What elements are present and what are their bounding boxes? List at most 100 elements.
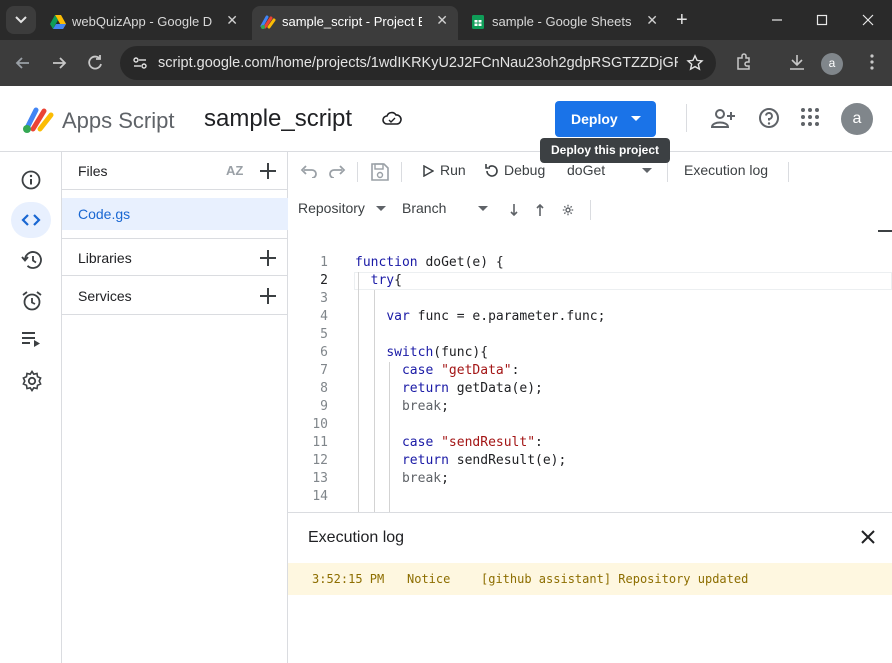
services-section-header: Services [62,277,288,315]
line-number: 4 [320,309,328,324]
add-service-plus-icon[interactable] [258,286,278,306]
extensions-icon[interactable] [734,52,754,72]
forward-icon[interactable] [48,52,70,74]
code-text: function doGet(e) { [355,255,504,270]
minimize-button[interactable] [754,0,800,40]
code-line[interactable]: 8 return getData(e); [288,380,892,398]
code-line[interactable]: 9 break; [288,398,892,416]
repository-dropdown[interactable]: Repository [298,200,390,220]
files-section-header: Files AZ [62,152,288,190]
brand-name: Apps Script [62,108,175,133]
close-tab-icon[interactable]: ✕ [226,12,238,29]
close-tab-icon[interactable]: ✕ [436,12,448,29]
deploy-button[interactable]: Deploy [555,101,656,137]
pull-arrow-down-icon[interactable] [509,203,519,217]
log-entry-time: 3:52:15 PM [312,572,385,586]
redo-icon[interactable] [328,164,346,178]
code-line[interactable]: 6 switch(func){ [288,344,892,362]
tab-search-button[interactable] [6,6,36,34]
reload-icon[interactable] [84,52,106,74]
add-file-plus-icon[interactable] [258,161,278,181]
address-bar[interactable]: script.google.com/home/projects/1wdIKRKy… [120,46,716,80]
browser-tabstrip: webQuizApp - Google Drive ✕ sample_scrip… [0,0,892,40]
add-library-plus-icon[interactable] [258,248,278,268]
rail-triggers[interactable] [11,282,51,318]
tab-google-drive[interactable]: webQuizApp - Google Drive ✕ [42,6,248,40]
push-arrow-up-icon[interactable] [535,203,545,217]
code-line[interactable]: 13 break; [288,470,892,488]
maximize-button[interactable] [799,0,845,40]
code-text: case "getData": [401,363,520,378]
branch-label: Branch [402,200,447,216]
branch-dropdown[interactable]: Branch [402,200,492,220]
close-tab-icon[interactable]: ✕ [646,12,658,29]
site-settings-icon[interactable] [132,55,148,71]
code-line[interactable]: 11 case "sendResult": [288,434,892,452]
editor-toolbar-row-git: Repository Branch [288,190,892,228]
apps-script-app: Apps Script sample_script Deploy Deploy … [0,86,892,663]
close-window-button[interactable] [845,0,891,40]
code-text: break; [401,471,449,486]
rail-overview[interactable] [11,162,51,198]
code-line[interactable]: 2 try{ [288,272,892,290]
tab-google-sheets[interactable]: sample - Google Sheets ✕ [462,6,668,40]
rail-project-settings[interactable] [11,362,51,398]
apps-script-icon [260,15,276,29]
project-title[interactable]: sample_script [204,105,352,133]
repository-label: Repository [298,200,365,216]
code-line[interactable]: 1 function doGet(e) { [288,254,892,272]
browser-profile-avatar[interactable]: a [821,53,843,75]
toolbar-divider [590,200,591,220]
code-text: return getData(e); [401,381,543,396]
code-editor[interactable]: 1 function doGet(e) { 2 try{3 4 var func = … [288,228,892,513]
help-icon[interactable] [758,107,780,129]
toolbar-divider [401,162,402,182]
tab-title: sample_script - Project Editor [282,14,422,29]
sort-files-az-icon[interactable]: AZ [226,163,243,178]
line-number: 8 [320,381,328,396]
code-text: switch(func){ [386,345,489,360]
bookmark-star-icon[interactable] [686,54,704,72]
share-add-person-icon[interactable] [710,107,736,131]
execution-log-button[interactable]: Execution log [684,162,768,178]
google-apps-grid-icon[interactable] [800,107,820,127]
close-icon[interactable] [860,529,876,545]
more-vert-icon[interactable] [862,52,882,72]
play-icon [423,165,434,177]
line-number: 13 [312,471,328,486]
code-line[interactable]: 7 case "getData": [288,362,892,380]
code-line[interactable]: 14 [288,488,892,506]
rail-editor[interactable] [11,202,51,238]
rail-project-history[interactable] [11,242,51,278]
libraries-section-header: Libraries [62,238,288,276]
code-line[interactable]: 12 return sendResult(e); [288,452,892,470]
deploy-dropdown-caret [631,116,641,121]
download-icon[interactable] [787,52,807,72]
account-avatar[interactable]: a [841,103,873,135]
code-line[interactable]: 5 [288,326,892,344]
repository-dropdown-caret [376,206,386,211]
function-select[interactable]: doGet [567,162,657,182]
line-number: 1 [320,255,328,270]
services-heading: Services [78,288,132,304]
file-item-code-gs[interactable]: Code.gs [62,198,288,230]
code-text: return sendResult(e); [401,453,567,468]
code-line[interactable]: 10 [288,416,892,434]
libraries-heading: Libraries [78,250,132,266]
code-text: case "sendResult": [401,435,543,450]
tab-project-editor[interactable]: sample_script - Project Editor ✕ [252,6,458,40]
save-icon[interactable] [370,162,390,182]
rail-executions[interactable] [11,322,51,358]
back-icon[interactable] [12,52,34,74]
git-settings-gear-icon[interactable] [562,204,574,216]
code-line[interactable]: 4 var func = e.parameter.func; [288,308,892,326]
close-icon [862,14,874,26]
log-entry: 3:52:15 PM Notice [github assistant] Rep… [288,563,892,595]
new-tab-button[interactable]: + [676,10,688,30]
editor-scroll-indicator [878,230,892,232]
code-line[interactable]: 3 [288,290,892,308]
undo-icon[interactable] [300,164,318,178]
app-header: Apps Script sample_script Deploy Deploy … [0,86,892,163]
apps-script-logo[interactable] [22,104,56,134]
line-number: 7 [320,363,328,378]
